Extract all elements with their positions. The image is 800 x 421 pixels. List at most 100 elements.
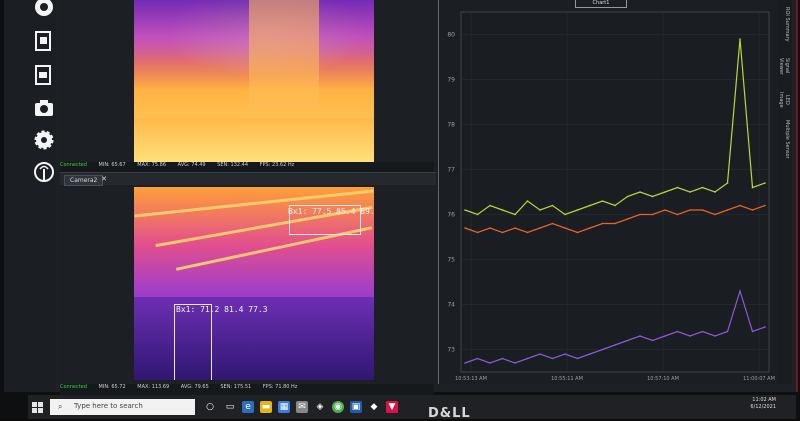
series-point-2 (701, 330, 704, 333)
app-icon-4[interactable]: ▼ (386, 401, 398, 413)
camera1-avg-value: AVG: 74.49 (177, 162, 206, 168)
mail-icon[interactable]: ✉ (296, 401, 308, 413)
camera2-connection-status: Connected (60, 384, 87, 390)
app-icon-3[interactable]: ◆ (368, 401, 380, 413)
x-tick-label: 10:57:10 AM (647, 376, 679, 382)
taskbar-search-box[interactable]: ⌕ Type here to search (50, 399, 195, 415)
series-point-2 (476, 357, 479, 360)
series-point-0 (501, 209, 504, 211)
camera2-min-value: MIN: 65.72 (98, 384, 126, 390)
x-tick-label: 11:00:07 AM (743, 376, 775, 382)
roi-top-label: Bx1: 77.5 85.4 89.3 (288, 207, 374, 216)
series-point-2 (464, 362, 466, 364)
store-icon[interactable]: ▦ (278, 401, 290, 413)
side-tab-strip: ROI Summary Signal Viewer LED Image Mult… (778, 0, 792, 384)
series-point-2 (626, 339, 629, 342)
camera-tab-strip: Camera2 ✕ (60, 172, 436, 186)
series-point-0 (751, 186, 754, 189)
windows-start-icon[interactable] (32, 402, 44, 414)
camera1-sen-value: SEN: 132.44 (217, 162, 249, 168)
series-point-2 (751, 330, 754, 333)
series-point-0 (676, 186, 679, 189)
tab-signal-viewer[interactable]: Signal Viewer (778, 50, 790, 82)
app-icon-2[interactable]: ▣ (350, 401, 362, 413)
series-point-1 (501, 231, 504, 234)
broadcast-icon[interactable] (33, 161, 55, 183)
series-point-0 (551, 204, 554, 207)
tab-camera2[interactable]: Camera2 (64, 175, 104, 186)
series-point-2 (564, 353, 566, 355)
series-point-1 (576, 231, 579, 234)
series-point-2 (676, 330, 679, 333)
series-point-2 (714, 335, 716, 337)
series-point-2 (539, 353, 541, 355)
tab-roi-summary[interactable]: ROI Summary (780, 4, 790, 44)
camera2-sen-value: SEN: 175.51 (220, 384, 252, 390)
series-point-0 (564, 213, 566, 216)
taskbar: ⌕ Type here to search ○ ▭ e ▬ ▦ ✉ ◈ ◉ ▣ … (28, 395, 796, 419)
record-icon[interactable] (33, 0, 55, 18)
series-point-0 (714, 191, 716, 193)
series-point-1 (764, 204, 766, 207)
series-point-2 (651, 339, 654, 342)
series-point-1 (601, 222, 604, 225)
x-tick-label: 10:53:13 AM (455, 376, 487, 382)
series-point-2 (726, 330, 729, 333)
series-point-2 (689, 335, 691, 337)
roi-box-mid[interactable] (174, 304, 212, 380)
cortana-icon[interactable]: ○ (204, 401, 216, 413)
app-icon-1[interactable]: ◈ (314, 401, 326, 413)
y-tick-label: 74 (447, 302, 455, 309)
series-point-1 (739, 204, 741, 207)
y-tick-label: 77 (447, 167, 455, 174)
y-tick-label: 76 (447, 212, 455, 219)
series-point-1 (614, 222, 616, 225)
series-point-1 (714, 213, 716, 216)
series-point-0 (464, 209, 466, 211)
series-point-2 (614, 344, 616, 346)
series-point-1 (751, 209, 754, 211)
file-explorer-icon[interactable]: ▬ (260, 401, 272, 413)
series-point-0 (651, 195, 654, 198)
chrome-icon[interactable]: ◉ (332, 401, 344, 413)
series-point-1 (689, 209, 691, 211)
taskbar-clock[interactable]: 11:02 AM 6/12/2021 (750, 397, 776, 411)
series-point-1 (539, 227, 541, 229)
series-point-1 (489, 227, 491, 229)
series-point-2 (664, 335, 666, 337)
y-tick-label: 73 (447, 347, 455, 354)
camera1-thermal-image[interactable] (134, 0, 374, 162)
temperature-chart[interactable]: 80 79 78 77 76 75 74 73 10:53:13 AM 10:55:11 AM 10… (439, 0, 779, 384)
series-point-2 (501, 357, 504, 360)
camera2-max-value: MAX: 113.69 (137, 384, 170, 390)
y-tick-label: 79 (447, 77, 455, 84)
image-document-icon[interactable] (33, 64, 55, 86)
series-point-1 (464, 227, 466, 229)
roi-mid-label: Bx1: 71.2 81.4 77.3 (176, 305, 268, 314)
export-document-icon[interactable] (33, 30, 55, 52)
tab-led-image[interactable]: LED Image (778, 88, 790, 112)
series-point-2 (589, 353, 591, 355)
clock-date: 6/12/2021 (750, 404, 776, 410)
series-point-0 (601, 200, 604, 202)
series-point-1 (626, 218, 629, 220)
series-point-0 (764, 182, 766, 184)
camera2-thermal-image[interactable]: Bx1: 77.5 85.4 89.3 Bx1: 71.2 81.4 77.3 (134, 187, 374, 380)
series-point-0 (526, 200, 529, 202)
edge-icon[interactable]: e (242, 401, 254, 413)
tab-multiple-sensor[interactable]: Multiple Sensor (780, 118, 790, 160)
series-point-2 (639, 335, 641, 337)
camera-icon[interactable] (33, 97, 55, 119)
camera1-min-value: MIN: 65.67 (98, 162, 126, 168)
series-point-2 (601, 348, 604, 351)
series-point-1 (526, 231, 529, 234)
series-point-1 (476, 231, 479, 234)
camera1-connection-status: Connected (60, 162, 87, 168)
series-point-2 (739, 290, 741, 292)
task-view-icon[interactable]: ▭ (224, 401, 236, 413)
gear-icon[interactable] (33, 129, 55, 151)
y-tick-label: 78 (447, 122, 455, 129)
y-tick-label: 75 (447, 257, 455, 264)
series-point-2 (514, 362, 516, 364)
close-icon[interactable]: ✕ (100, 175, 108, 183)
